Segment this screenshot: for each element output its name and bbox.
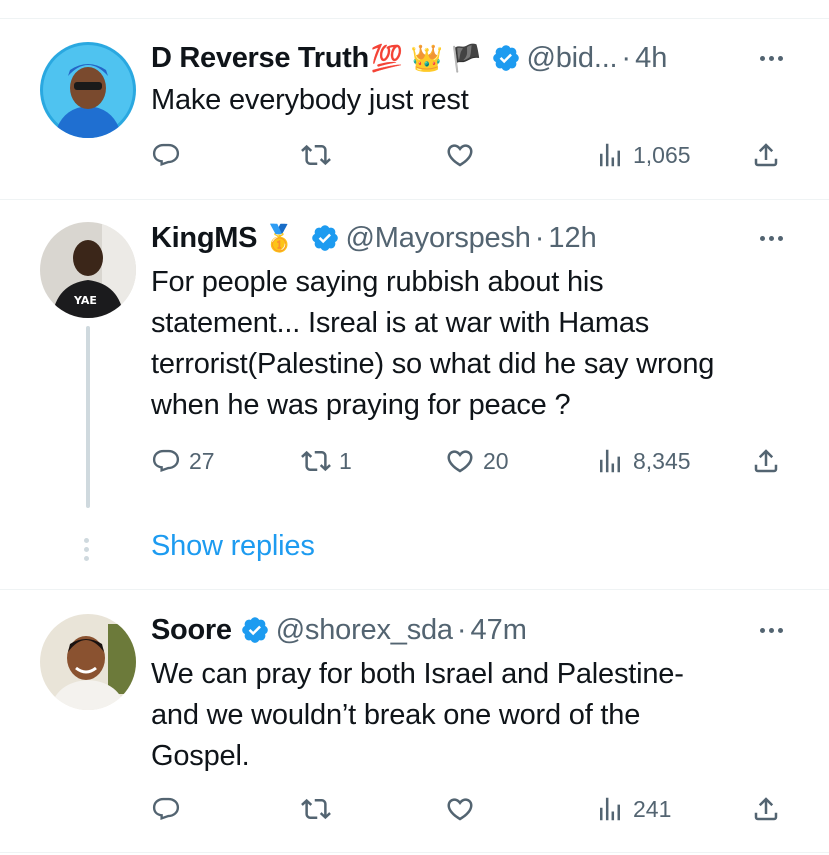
more-icon[interactable] — [760, 228, 783, 248]
text-line: Gospel. — [151, 740, 250, 772]
retweet-button[interactable] — [301, 789, 339, 829]
more-icon[interactable] — [760, 48, 783, 68]
separator: · — [456, 613, 467, 646]
handle[interactable]: @bid... — [527, 42, 618, 75]
tweet-header: KingMS 🥇 @Mayorspesh · 12h — [151, 218, 597, 258]
text-line: statement... Isreal is at war with Hamas — [151, 307, 650, 339]
display-name[interactable]: KingMS — [151, 222, 257, 255]
tweet-header: Soore @shorex_sda · 47m — [151, 610, 527, 650]
separator: · — [534, 221, 545, 254]
text-line: For people saying rubbish about his — [151, 266, 604, 298]
retweet-icon — [301, 144, 331, 166]
reply-button[interactable] — [151, 135, 189, 175]
retweet-button[interactable]: 1 — [301, 441, 352, 481]
show-replies-link[interactable]: Show replies — [151, 530, 315, 563]
thread-dots-icon — [84, 538, 89, 561]
views-icon — [600, 143, 620, 167]
avatar[interactable]: YAE — [40, 222, 136, 318]
like-icon — [447, 798, 473, 821]
reply-count: 27 — [189, 447, 215, 474]
tweet-header: D Reverse Truth 💯 👑 🏴 @bid... · 4h — [151, 38, 667, 78]
like-count: 20 — [483, 447, 509, 474]
reply-button[interactable]: 27 — [151, 441, 215, 481]
views-icon — [600, 797, 620, 821]
action-bar: 1,065 — [151, 135, 791, 175]
text-line: and we wouldn’t break one word of the — [151, 699, 641, 731]
share-button[interactable] — [751, 441, 781, 481]
verified-badge-icon[interactable] — [310, 223, 340, 253]
like-icon — [447, 144, 473, 167]
views-icon — [600, 449, 620, 473]
timestamp[interactable]: 4h — [635, 42, 667, 75]
text-line: We can pray for both Israel and Palestin… — [151, 658, 684, 690]
view-count: 1,065 — [633, 141, 691, 168]
reply-button[interactable] — [151, 789, 189, 829]
share-icon — [754, 449, 778, 473]
tweet-text: Make everybody just rest — [151, 80, 801, 121]
medal-emoji: 🥇 — [263, 223, 296, 253]
avatar[interactable] — [40, 42, 136, 138]
separator: · — [621, 41, 632, 74]
retweet-icon — [301, 798, 331, 820]
name-emojis: 💯 👑 🏴 — [370, 43, 483, 73]
views-button[interactable]: 241 — [595, 789, 671, 829]
verified-badge-icon[interactable] — [491, 43, 521, 73]
like-icon — [447, 450, 473, 473]
action-bar: 241 — [151, 789, 791, 829]
like-button[interactable] — [445, 789, 483, 829]
timestamp[interactable]: 12h — [548, 222, 596, 255]
reply-icon — [152, 449, 180, 473]
text-line: terrorist(Palestine) so what did he say … — [151, 348, 715, 380]
share-button[interactable] — [751, 135, 781, 175]
share-button[interactable] — [751, 789, 781, 829]
display-name[interactable]: Soore — [151, 614, 232, 647]
view-count: 241 — [633, 795, 672, 822]
retweet-button[interactable] — [301, 135, 339, 175]
retweet-icon — [301, 450, 331, 472]
like-button[interactable] — [445, 135, 483, 175]
handle[interactable]: @shorex_sda — [276, 614, 453, 647]
timestamp[interactable]: 47m — [471, 614, 527, 647]
views-button[interactable]: 8,345 — [595, 441, 691, 481]
like-button[interactable]: 20 — [445, 441, 509, 481]
tweet-3[interactable]: Soore @shorex_sda · 47m We can pray for … — [0, 590, 829, 855]
tweet-1[interactable]: D Reverse Truth 💯 👑 🏴 @bid... · 4h Make … — [0, 0, 829, 199]
display-name[interactable]: D Reverse Truth — [151, 42, 369, 75]
thread-line — [86, 326, 90, 508]
avatar-image: YAE — [40, 222, 136, 318]
text-line: when he was praying for peace ? — [151, 389, 571, 421]
view-count: 8,345 — [633, 447, 691, 474]
avatar-image — [40, 42, 136, 138]
reply-icon — [152, 797, 180, 821]
reply-icon — [152, 143, 180, 167]
tweet-2[interactable]: YAE KingMS 🥇 @Mayorspesh · 12h For peopl… — [0, 200, 829, 589]
handle[interactable]: @Mayorspesh — [346, 222, 531, 255]
more-icon[interactable] — [760, 620, 783, 640]
views-button[interactable]: 1,065 — [595, 135, 691, 175]
tweet-text: For people saying rubbish about his stat… — [151, 262, 801, 426]
text-line: Make everybody just rest — [151, 84, 469, 116]
divider-bottom — [0, 852, 829, 853]
verified-badge-icon[interactable] — [240, 615, 270, 645]
avatar[interactable] — [40, 614, 136, 710]
avatar-image — [40, 614, 136, 710]
svg-text:YAE: YAE — [73, 294, 97, 307]
action-bar: 27 1 20 8,345 — [151, 441, 791, 481]
share-icon — [754, 143, 778, 167]
retweet-count: 1 — [339, 447, 352, 474]
tweet-text: We can pray for both Israel and Palestin… — [151, 654, 801, 777]
share-icon — [754, 797, 778, 821]
